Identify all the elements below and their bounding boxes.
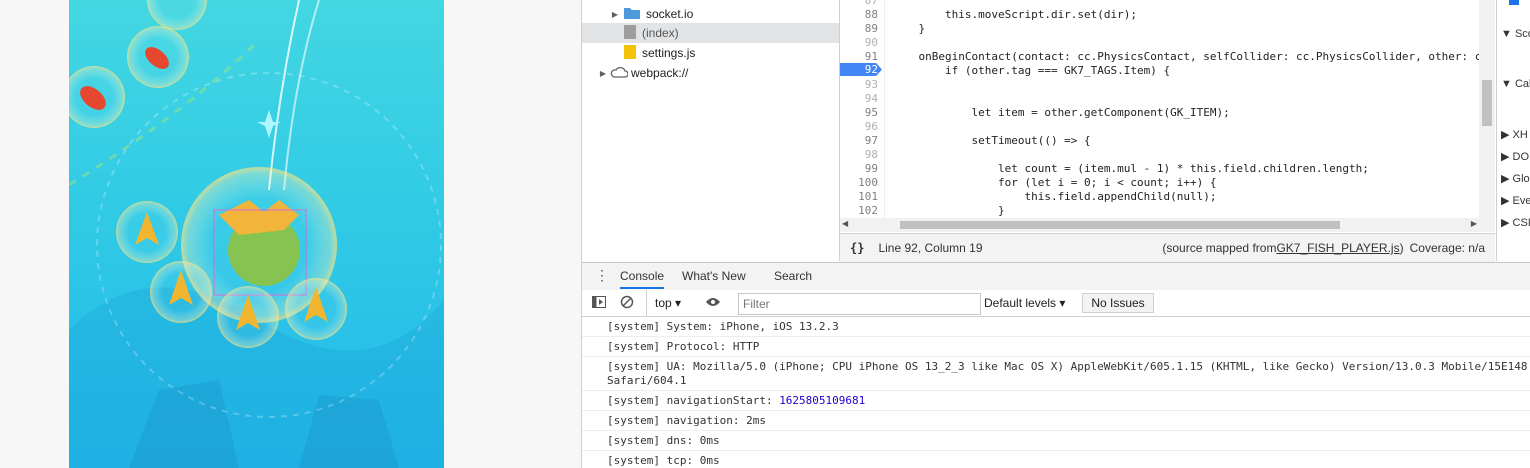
tree-item-socket-io[interactable]: ▶ socket.io [582,4,839,24]
line-number[interactable]: 92 [865,63,878,77]
tree-item-index[interactable]: (index) [582,23,839,43]
console-message: [system] Protocol: HTTP [582,337,1530,357]
scroll-right-arrow-icon[interactable]: ▶ [1471,219,1477,228]
line-number[interactable]: 102 [858,204,878,218]
console-message: [system] tcp: 0ms [582,451,1530,468]
game-canvas[interactable] [69,0,444,468]
section-event-listeners[interactable]: ▶ Eve [1501,194,1530,212]
scrollbar-thumb[interactable] [900,221,1340,229]
source-map-link[interactable]: GK7_FISH_PLAYER.js [1276,241,1399,255]
console-messages: [system] System: iPhone, iOS 13.2.3 [sys… [582,317,1530,468]
section-call-stack[interactable]: ▼ Cal [1501,78,1530,96]
issues-button[interactable]: No Issues [1082,293,1154,313]
live-expression-eye-icon[interactable] [705,296,721,311]
scrollbar-thumb[interactable] [1482,80,1492,126]
debugger-sidebar: ▼ Sco ▼ Cal ▶ XH ▶ DO ▶ Glo ▶ Eve ▶ CSI [1496,0,1530,261]
editor-status-bar: {} Line 92, Column 19 (source mapped fro… [840,233,1495,262]
tree-item-label: socket.io [646,7,694,21]
line-number[interactable]: 97 [865,134,878,148]
line-gutter[interactable]: 87 88 89 90 91 92 93 94 95 96 97 98 99 1… [840,0,885,232]
line-number[interactable]: 101 [858,190,878,204]
console-message: [system] dns: 0ms [582,431,1530,451]
code-line: for (let i = 0; i < count; i++) { [892,176,1217,189]
tab-search[interactable]: Search [774,269,812,283]
console-message: [system] System: iPhone, iOS 13.2.3 [582,317,1530,337]
console-toolbar: top ▾ Default levels ▾ No Issues [582,290,1530,317]
drawer-menu-icon[interactable]: ⋮ [595,267,609,284]
code-line: this.moveScript.dir.set(dir); [892,8,1138,21]
sidebar-toggle-icon[interactable] [592,296,606,311]
source-map-suffix: ) [1399,241,1404,255]
line-number[interactable]: 88 [865,8,878,22]
section-scope[interactable]: ▼ Sco [1501,28,1530,46]
console-message: [system] navigationStart: 1625805109681 [582,391,1530,411]
tab-whats-new[interactable]: What's New [682,269,746,283]
code-line: this.field.appendChild(null); [892,190,1217,203]
line-number[interactable]: 100 [858,176,878,190]
file-icon [624,24,636,42]
line-number[interactable]: 94 [865,92,878,106]
drawer-tabbar: ⋮ Console What's New Search [582,262,1530,291]
section-csp-breakpoints[interactable]: ▶ CSI [1501,216,1530,234]
line-number[interactable]: 91 [865,50,878,64]
tree-item-label: webpack:// [631,66,689,80]
number-value: 1625805109681 [779,394,866,407]
code-line: onBeginContact(contact: cc.PhysicsContac… [892,50,1489,63]
code-line: } [892,22,926,35]
coverage-status: Coverage: n/a [1409,241,1485,255]
tree-item-label: settings.js [642,46,696,60]
context-selector[interactable]: top ▾ [655,296,681,310]
devtools-panel: ▶ socket.io (index) settings.js ▶ webpac… [581,0,1530,468]
page-margin [444,0,581,468]
section-global-listeners[interactable]: ▶ Glo [1501,172,1530,190]
line-number[interactable]: 98 [865,148,878,162]
line-number[interactable]: 87 [865,0,878,8]
tree-item-settings-js[interactable]: settings.js [582,43,839,63]
code-line: } [892,204,1005,217]
code-editor[interactable]: 87 88 89 90 91 92 93 94 95 96 97 98 99 1… [840,0,1495,232]
log-levels-dropdown[interactable]: Default levels ▾ [984,296,1065,310]
source-map-prefix: (source mapped from [1162,241,1277,255]
console-filter-input[interactable] [738,293,981,315]
code-line: setTimeout(() => { [892,134,1091,147]
editor-vertical-scrollbar[interactable] [1479,0,1495,232]
section-xhr-breakpoints[interactable]: ▶ XH [1501,128,1528,146]
code-line: if (other.tag === GK7_TAGS.Item) { [892,64,1171,77]
line-number[interactable]: 90 [865,36,878,50]
code-line: let item = other.getComponent(GK_ITEM); [892,106,1230,119]
checkbox[interactable] [1509,0,1519,5]
line-number[interactable]: 96 [865,120,878,134]
line-number[interactable]: 89 [865,22,878,36]
expand-arrow-icon[interactable]: ▶ [610,10,620,19]
divider [646,290,647,316]
pretty-print-icon[interactable]: {} [850,241,864,255]
scroll-left-arrow-icon[interactable]: ◀ [842,219,848,228]
js-file-icon [624,44,636,62]
sources-file-tree: ▶ socket.io (index) settings.js ▶ webpac… [582,0,840,261]
line-number[interactable]: 93 [865,78,878,92]
game-scene [69,0,444,468]
expand-arrow-icon[interactable]: ▶ [598,69,608,78]
console-message: [system] UA: Mozilla/5.0 (iPhone; CPU iP… [582,357,1530,391]
line-number[interactable]: 95 [865,106,878,120]
code-line: let count = (item.mul - 1) * this.field.… [892,162,1369,175]
clear-console-icon[interactable] [620,295,634,312]
console-message: [system] navigation: 2ms [582,411,1530,431]
tab-console[interactable]: Console [620,269,665,289]
editor-horizontal-scrollbar[interactable]: ◀ ▶ [840,218,1479,232]
folder-icon [624,6,640,22]
line-number[interactable]: 99 [865,162,878,176]
cursor-position: Line 92, Column 19 [878,241,983,255]
section-dom-breakpoints[interactable]: ▶ DO [1501,150,1529,168]
tree-item-webpack[interactable]: ▶ webpack:// [582,63,839,83]
cloud-icon [610,66,629,81]
tree-item-label: (index) [642,26,679,40]
